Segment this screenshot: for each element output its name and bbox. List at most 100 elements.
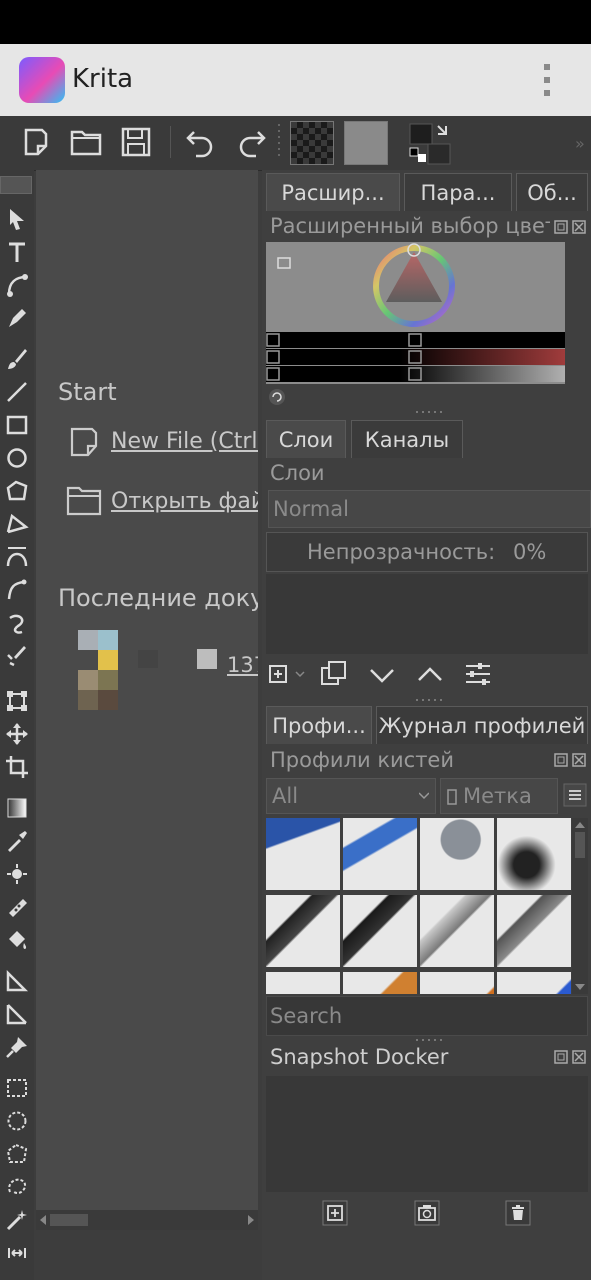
crop-tool-icon[interactable] (4, 754, 30, 780)
undo-icon[interactable] (182, 124, 218, 160)
move-tool-icon[interactable] (4, 721, 30, 747)
layer-list[interactable] (266, 574, 588, 654)
dock-splitter-grip[interactable] (416, 410, 442, 414)
preset-grid-scrollbar[interactable] (572, 818, 588, 994)
canvas-horizontal-scrollbar[interactable] (36, 1210, 258, 1230)
fg-bg-color-icon[interactable] (406, 122, 452, 166)
reference-pin-icon[interactable] (4, 1034, 30, 1060)
tab-channels[interactable]: Каналы (351, 420, 463, 458)
brush-preset-pencil-1[interactable] (420, 895, 494, 967)
preset-search-input[interactable]: Search (266, 996, 588, 1036)
layers-title: Слои (270, 461, 325, 485)
open-folder-icon[interactable] (68, 124, 104, 160)
tag-placeholder: Метка (463, 784, 532, 808)
preset-filter-select[interactable]: All (266, 778, 436, 814)
tab-preset-history[interactable]: Журнал профилей (376, 706, 588, 744)
assistant-tool-icon[interactable] (4, 968, 30, 994)
edit-shapes-icon[interactable] (4, 272, 30, 298)
toolbox-header (0, 176, 32, 194)
dock-splitter-grip-2[interactable] (416, 698, 442, 702)
tab-layers[interactable]: Слои (266, 420, 346, 458)
new-file-link[interactable]: New File (Ctrl+N) (111, 429, 258, 454)
brush-preset-4[interactable] (343, 972, 417, 994)
open-file-link[interactable]: Открыть файл (111, 489, 258, 514)
dock-splitter-grip-3[interactable] (416, 1038, 442, 1042)
recent-document-link[interactable]: 137 (227, 653, 258, 677)
measure-tool-icon[interactable] (4, 1001, 30, 1027)
new-document-icon[interactable] (18, 124, 54, 160)
dock-float-close-icon[interactable] (554, 219, 588, 235)
brush-preset-6[interactable] (497, 972, 571, 994)
brush-preset-airbrush[interactable] (497, 818, 571, 890)
pattern-swatch-button[interactable] (344, 121, 388, 165)
ellipse-tool-icon[interactable] (4, 445, 30, 471)
brush-preset-pen-2[interactable] (343, 895, 417, 967)
brush-swatch-button[interactable] (290, 121, 334, 165)
bezier-tool-icon[interactable] (4, 544, 30, 570)
brush-preset-pen-1[interactable] (266, 895, 340, 967)
snapshot-list[interactable] (266, 1076, 588, 1192)
delete-snapshot-icon[interactable] (504, 1199, 532, 1227)
dock-float-close-icon-2[interactable] (554, 752, 588, 768)
redo-icon[interactable] (234, 124, 270, 160)
open-file-icon[interactable] (66, 484, 102, 516)
line-tool-icon[interactable] (4, 379, 30, 405)
magic-wand-icon[interactable] (4, 1207, 30, 1233)
gradient-tool-icon[interactable] (4, 795, 30, 821)
polygon-select-icon[interactable] (4, 1141, 30, 1167)
toolbar-extension-icon[interactable]: » (575, 134, 585, 153)
brush-preset-eraser-2[interactable] (343, 818, 417, 890)
freehand-path-icon[interactable] (4, 577, 30, 603)
brush-preset-3[interactable] (266, 972, 340, 994)
brush-preset-eraser-1[interactable] (266, 818, 340, 890)
add-layer-icon[interactable] (268, 662, 308, 688)
tab-advanced-color[interactable]: Расшир... (266, 173, 400, 211)
recent-document-thumbnail[interactable] (78, 630, 118, 710)
layer-properties-icon[interactable] (464, 660, 492, 688)
color-picker-icon[interactable] (4, 828, 30, 854)
select-shapes-icon[interactable] (4, 206, 30, 232)
freehand-select-icon[interactable] (4, 1174, 30, 1200)
polyline-tool-icon[interactable] (4, 511, 30, 537)
tab-tool-options[interactable]: Пара... (404, 173, 512, 211)
blend-mode-select[interactable]: Normal (268, 490, 591, 528)
new-file-icon[interactable] (68, 426, 100, 458)
brush-preset-eraser-3[interactable] (420, 818, 494, 890)
tag-filter-input[interactable]: Метка (440, 778, 558, 814)
brush-preset-5[interactable] (420, 972, 494, 994)
polygon-tool-icon[interactable] (4, 478, 30, 504)
multibrush-icon[interactable] (4, 643, 30, 669)
move-layer-up-icon[interactable] (416, 660, 444, 688)
duplicate-layer-icon[interactable] (320, 660, 348, 688)
overflow-menu-icon[interactable] (540, 62, 554, 98)
add-snapshot-icon[interactable] (321, 1199, 349, 1227)
opacity-slider[interactable]: Непрозрачность: 0% (266, 532, 588, 572)
tab-overview[interactable]: Об... (516, 173, 588, 211)
camera-icon[interactable] (413, 1199, 441, 1227)
welcome-page (36, 170, 258, 1210)
toolbar-grip[interactable] (276, 118, 284, 164)
refresh-icon[interactable] (267, 387, 287, 407)
opacity-value: 0% (513, 540, 547, 564)
color-selector-widget[interactable] (266, 242, 565, 384)
save-icon[interactable] (118, 124, 154, 160)
move-layer-down-icon[interactable] (368, 662, 396, 690)
calligraphy-icon[interactable] (4, 305, 30, 331)
dynamic-brush-icon[interactable] (4, 610, 30, 636)
expand-toolbox-icon[interactable] (4, 1240, 30, 1266)
rect-select-icon[interactable] (4, 1075, 30, 1101)
brush-preset-pencil-2[interactable] (497, 895, 571, 967)
text-tool-icon[interactable] (4, 239, 30, 265)
krita-logo-icon (19, 57, 65, 103)
brush-preset-grid[interactable] (266, 818, 572, 994)
colorize-mask-icon[interactable] (4, 861, 30, 887)
fill-tool-icon[interactable] (4, 927, 30, 953)
tab-brush-presets[interactable]: Профи... (266, 706, 372, 744)
smart-patch-icon[interactable] (4, 894, 30, 920)
preset-view-menu-icon[interactable] (562, 782, 588, 808)
ellipse-select-icon[interactable] (4, 1108, 30, 1134)
freehand-brush-icon[interactable] (4, 346, 30, 372)
rectangle-tool-icon[interactable] (4, 412, 30, 438)
transform-tool-icon[interactable] (4, 688, 30, 714)
dock-float-close-icon-3[interactable] (554, 1049, 588, 1065)
